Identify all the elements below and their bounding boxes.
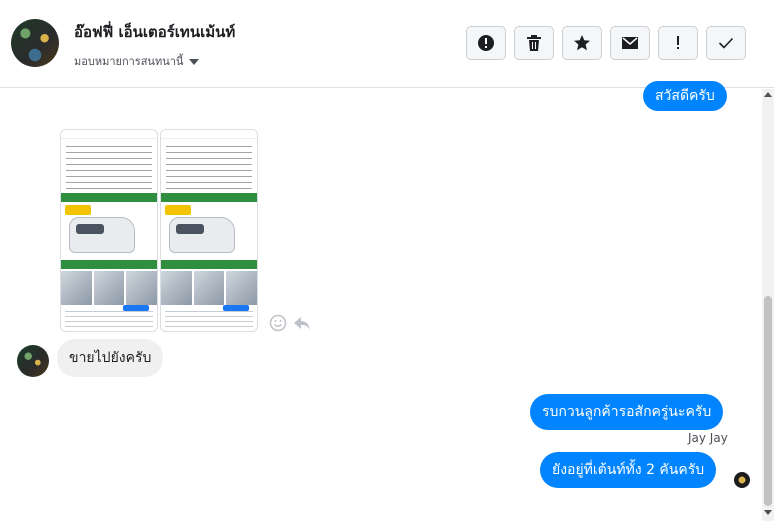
message-outgoing[interactable]: รบกวนลูกค้ารอสักครู่นะครับ bbox=[530, 394, 724, 430]
message-outgoing[interactable]: สวัสดีครับ bbox=[643, 81, 727, 111]
follow-up-button[interactable] bbox=[658, 26, 698, 60]
message-outgoing[interactable]: ยังอยู่ที่เต้นท์ทั้ง 2 คันครับ bbox=[540, 452, 717, 488]
seen-avatar bbox=[734, 472, 750, 488]
checkmark-icon bbox=[718, 37, 734, 49]
smiley-icon[interactable] bbox=[269, 314, 287, 332]
exclamation-icon bbox=[677, 36, 679, 49]
delete-button[interactable] bbox=[514, 26, 554, 60]
alert-circle-icon bbox=[478, 35, 494, 51]
page-avatar[interactable] bbox=[11, 19, 59, 67]
chevron-down-icon bbox=[189, 58, 200, 65]
mark-unread-button[interactable] bbox=[610, 26, 650, 60]
image-attachment[interactable] bbox=[160, 129, 258, 332]
assign-label: มอบหมายการสนทนานี้ bbox=[74, 55, 184, 68]
envelope-icon bbox=[622, 37, 638, 49]
sender-name: Jay Jay bbox=[688, 431, 728, 445]
star-icon bbox=[574, 35, 590, 51]
scroll-up-arrow-icon[interactable] bbox=[764, 92, 772, 97]
trash-icon bbox=[527, 35, 541, 51]
action-toolbar bbox=[466, 26, 746, 60]
scrollbar-thumb[interactable] bbox=[764, 296, 772, 506]
assign-conversation-dropdown[interactable]: มอบหมายการสนทนานี้ bbox=[74, 52, 200, 70]
mark-spam-button[interactable] bbox=[466, 26, 506, 60]
customer-avatar bbox=[17, 345, 49, 377]
message-incoming[interactable]: ขายไปยังครับ bbox=[57, 339, 164, 377]
conversation-header: อ๊อฟฟี่ เอ็นเตอร์เทนเม้นท์ มอบหมายการสนท… bbox=[0, 0, 774, 88]
reply-icon[interactable] bbox=[293, 314, 311, 332]
star-button[interactable] bbox=[562, 26, 602, 60]
scroll-down-arrow-icon[interactable] bbox=[764, 510, 772, 515]
image-attachment[interactable] bbox=[60, 129, 158, 332]
conversation-title[interactable]: อ๊อฟฟี่ เอ็นเตอร์เทนเม้นท์ bbox=[74, 20, 235, 44]
mark-done-button[interactable] bbox=[706, 26, 746, 60]
